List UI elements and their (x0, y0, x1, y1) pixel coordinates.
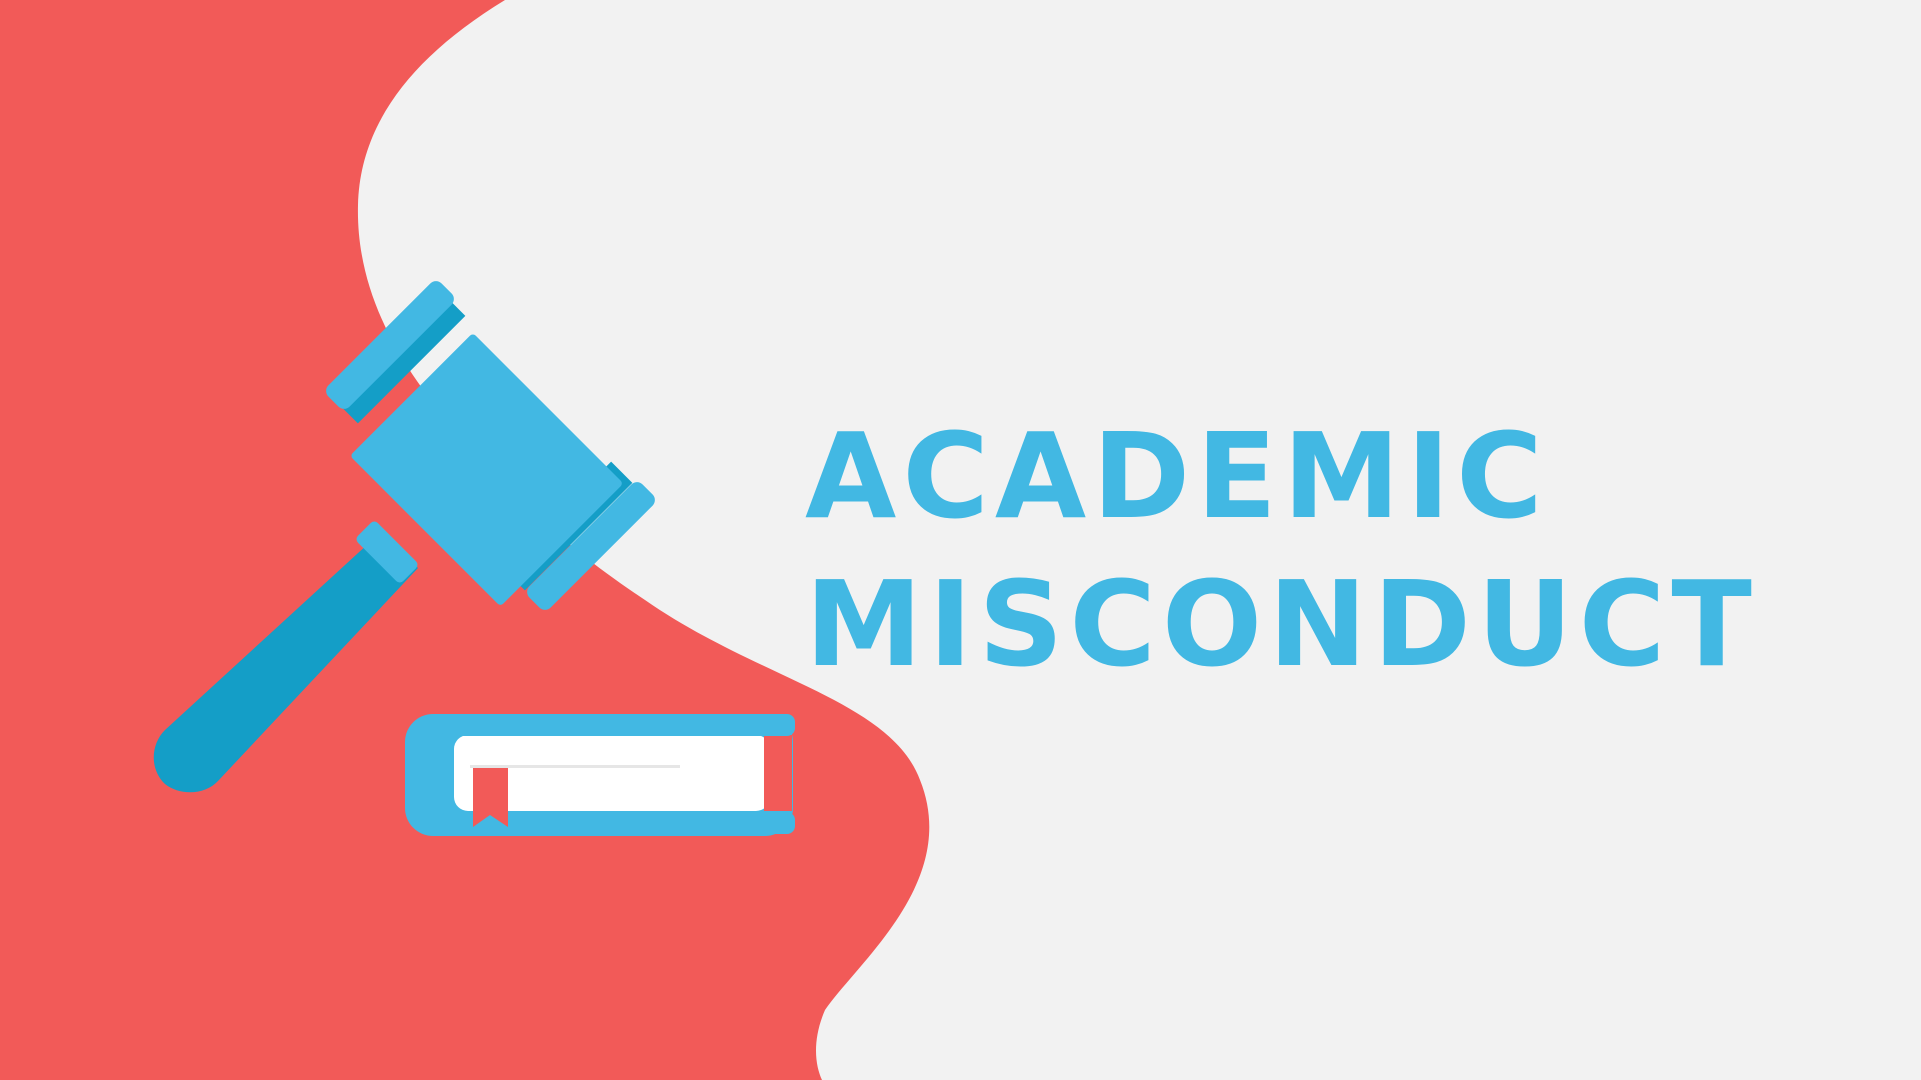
slide-title: ACADEMIC MISCONDUCT (805, 402, 1758, 698)
title-line-2: MISCONDUCT (805, 555, 1758, 693)
title-line-1: ACADEMIC (805, 407, 1549, 545)
book-page-line (470, 765, 680, 768)
book-icon (405, 714, 795, 836)
book-page-edge (764, 735, 792, 811)
slide-canvas: ACADEMIC MISCONDUCT (0, 0, 1921, 1080)
book-top-cover (440, 714, 795, 736)
